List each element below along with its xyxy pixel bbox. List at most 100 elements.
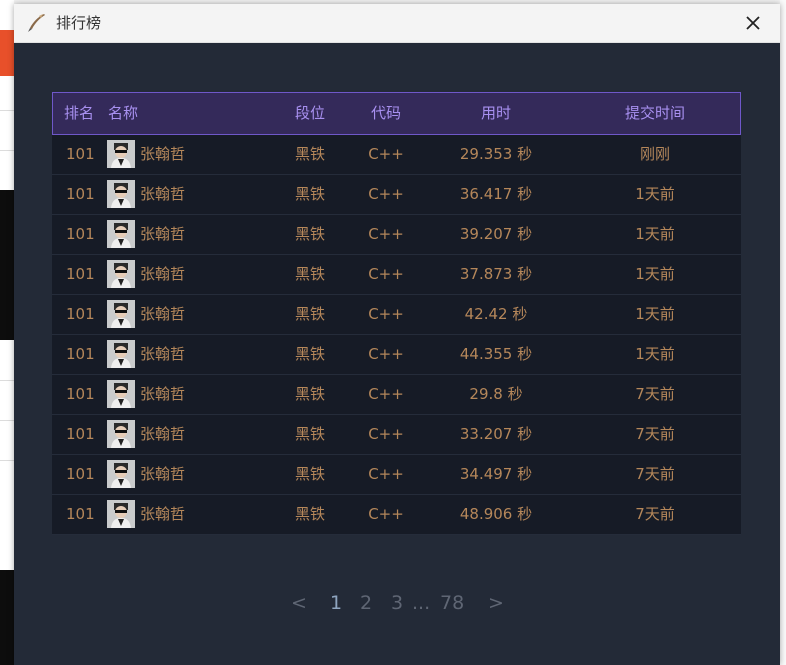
page-3-button[interactable]: 3 xyxy=(391,588,403,618)
leaderboard-table: 排名 名称 段位 代码 用时 提交时间 101 张翰哲 黑铁 C++ 29.353 秒刚… xyxy=(52,92,741,535)
submitted-cell: 1天前 xyxy=(635,305,675,323)
tier-cell: 黑铁 xyxy=(294,185,325,203)
rank-cell: 101 xyxy=(66,505,95,523)
page-last-button[interactable]: 78 xyxy=(440,588,464,618)
time-cell: 29.8 秒 xyxy=(469,385,523,403)
background-divider xyxy=(0,380,14,381)
next-page-button[interactable]: > xyxy=(488,588,504,618)
header-submitted: 提交时间 xyxy=(624,104,685,122)
time-cell: 48.906 秒 xyxy=(459,505,533,523)
avatar[interactable] xyxy=(107,300,135,328)
quill-pen-icon xyxy=(28,14,45,32)
table-row[interactable]: 101 张翰哲 黑铁 C++ 44.355 秒 1天前 xyxy=(52,335,741,375)
rank-cell: 101 xyxy=(66,305,95,323)
submitted-cell: 7天前 xyxy=(635,505,675,523)
avatar[interactable] xyxy=(107,180,135,208)
submitted-cell: 1天前 xyxy=(635,345,675,363)
language-cell: C++ xyxy=(368,145,404,163)
language-cell: C++ xyxy=(368,185,404,203)
leaderboard-dialog: 排行榜 排名 名称 段位 代码 用时 提交时间 101 张翰哲 黑铁 C++ 29.35… xyxy=(14,4,780,665)
language-cell: C++ xyxy=(368,385,404,403)
title-bar: 排行榜 xyxy=(14,4,780,43)
avatar[interactable] xyxy=(107,500,135,528)
player-name[interactable]: 张翰哲 xyxy=(140,335,185,374)
avatar[interactable] xyxy=(107,260,135,288)
rank-cell: 101 xyxy=(66,265,95,283)
avatar[interactable] xyxy=(107,140,135,168)
table-row[interactable]: 101 张翰哲 黑铁 C++ 29.8 秒 7天前 xyxy=(52,375,741,415)
avatar-photo-icon xyxy=(107,260,135,288)
background-image xyxy=(0,190,14,340)
player-name[interactable]: 张翰哲 xyxy=(140,455,185,494)
table-row[interactable]: 101 张翰哲 黑铁 C++ 37.873 秒 1天前 xyxy=(52,255,741,295)
header-tier: 段位 xyxy=(294,104,325,122)
player-name[interactable]: 张翰哲 xyxy=(140,175,185,214)
table-body: 101 张翰哲 黑铁 C++ 29.353 秒刚刚 101 张翰哲 黑铁 C++ 36.417 秒… xyxy=(52,135,741,535)
table-header: 排名 名称 段位 代码 用时 提交时间 xyxy=(52,92,741,135)
player-name[interactable]: 张翰哲 xyxy=(140,215,185,254)
time-cell: 42.42 秒 xyxy=(464,305,528,323)
background-divider xyxy=(0,150,14,151)
player-name[interactable]: 张翰哲 xyxy=(140,415,185,454)
player-name[interactable]: 张翰哲 xyxy=(140,135,185,174)
table-row[interactable]: 101 张翰哲 黑铁 C++ 33.207 秒 7天前 xyxy=(52,415,741,455)
header-rank: 排名 xyxy=(64,104,95,122)
language-cell: C++ xyxy=(368,345,404,363)
language-cell: C++ xyxy=(368,265,404,283)
tier-cell: 黑铁 xyxy=(294,265,325,283)
table-row[interactable]: 101 张翰哲 黑铁 C++ 42.42 秒 1天前 xyxy=(52,295,741,335)
header-lang: 代码 xyxy=(370,104,401,122)
page-1-button[interactable]: 1 xyxy=(330,588,342,618)
player-name[interactable]: 张翰哲 xyxy=(140,375,185,414)
table-row[interactable]: 101 张翰哲 黑铁 C++ 29.353 秒 刚刚 xyxy=(52,135,741,175)
tier-cell: 黑铁 xyxy=(294,465,325,483)
submitted-cell: 1天前 xyxy=(635,265,675,283)
language-cell: C++ xyxy=(368,225,404,243)
tier-cell: 黑铁 xyxy=(294,425,325,443)
tier-cell: 黑铁 xyxy=(294,385,325,403)
pagination: < 1 2 3 ... 78 > xyxy=(14,588,780,618)
avatar-photo-icon xyxy=(107,500,135,528)
tier-cell: 黑铁 xyxy=(294,225,325,243)
submitted-cell: 7天前 xyxy=(635,425,675,443)
prev-page-button[interactable]: < xyxy=(291,588,307,618)
close-icon[interactable] xyxy=(742,12,764,34)
language-cell: C++ xyxy=(368,425,404,443)
avatar-photo-icon xyxy=(107,380,135,408)
player-name[interactable]: 张翰哲 xyxy=(140,295,185,334)
avatar[interactable] xyxy=(107,220,135,248)
submitted-cell: 1天前 xyxy=(635,185,675,203)
table-row[interactable]: 101 张翰哲 黑铁 C++ 36.417 秒 1天前 xyxy=(52,175,741,215)
background-image xyxy=(0,570,14,665)
player-name[interactable]: 张翰哲 xyxy=(140,495,185,534)
tier-cell: 黑铁 xyxy=(294,505,325,523)
avatar-photo-icon xyxy=(107,420,135,448)
header-time: 用时 xyxy=(480,104,511,122)
table-row[interactable]: 101 张翰哲 黑铁 C++ 34.497 秒 7天前 xyxy=(52,455,741,495)
page-2-button[interactable]: 2 xyxy=(360,588,372,618)
background-divider xyxy=(0,420,14,421)
avatar[interactable] xyxy=(107,460,135,488)
submitted-cell: 7天前 xyxy=(635,465,675,483)
player-name[interactable]: 张翰哲 xyxy=(140,255,185,294)
avatar[interactable] xyxy=(107,420,135,448)
avatar[interactable] xyxy=(107,340,135,368)
language-cell: C++ xyxy=(368,305,404,323)
background-divider xyxy=(0,460,14,461)
header-name: 名称 xyxy=(108,104,139,122)
language-cell: C++ xyxy=(368,465,404,483)
rank-cell: 101 xyxy=(66,465,95,483)
time-cell: 29.353 秒 xyxy=(459,145,533,163)
language-cell: C++ xyxy=(368,505,404,523)
tier-cell: 黑铁 xyxy=(294,145,325,163)
rank-cell: 101 xyxy=(66,345,95,363)
avatar[interactable] xyxy=(107,380,135,408)
submitted-cell: 7天前 xyxy=(635,385,675,403)
time-cell: 44.355 秒 xyxy=(459,345,533,363)
time-cell: 36.417 秒 xyxy=(459,185,533,203)
background-banner xyxy=(0,30,14,76)
table-row[interactable]: 101 张翰哲 黑铁 C++ 39.207 秒 1天前 xyxy=(52,215,741,255)
table-row[interactable]: 101 张翰哲 黑铁 C++ 48.906 秒 7天前 xyxy=(52,495,741,535)
avatar-photo-icon xyxy=(107,300,135,328)
rank-cell: 101 xyxy=(66,225,95,243)
